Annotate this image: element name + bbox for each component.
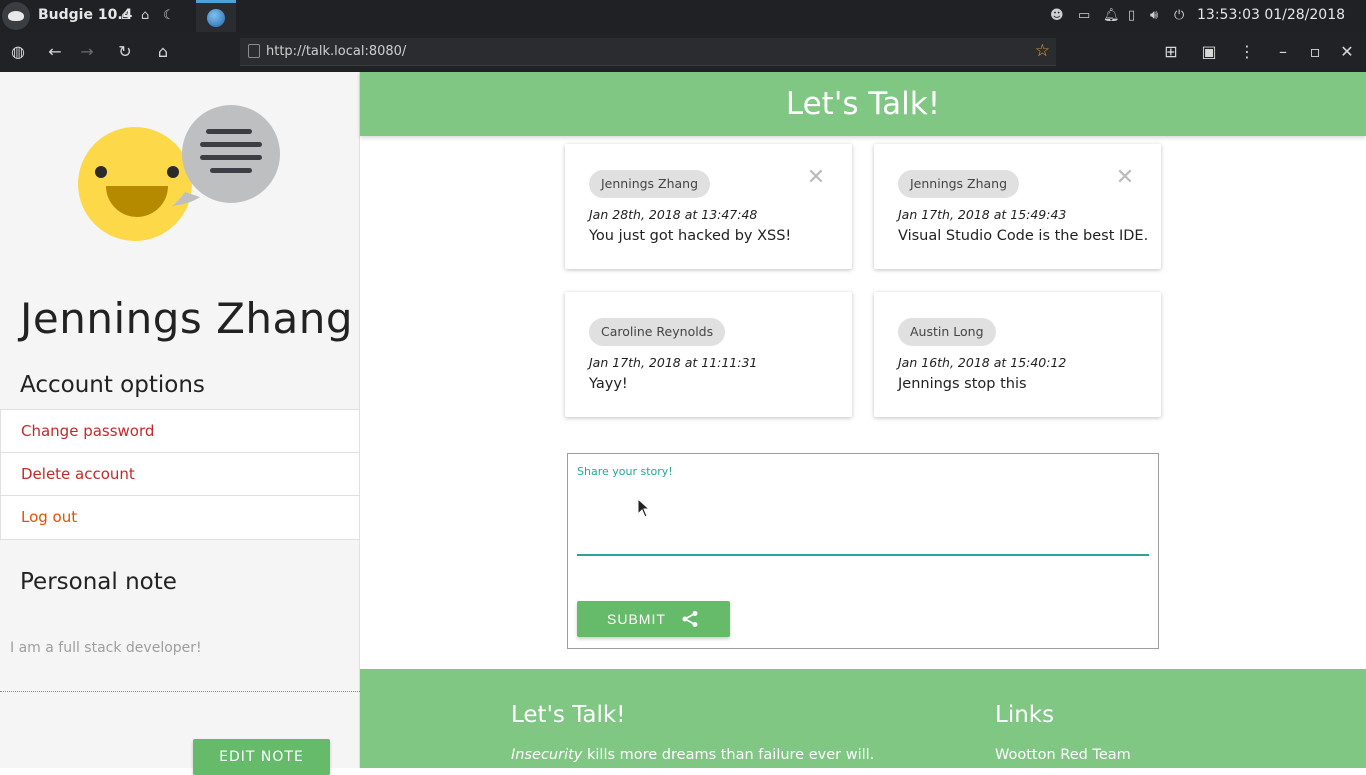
share-story-label: Share your story! <box>577 465 673 478</box>
author-chip[interactable]: Jennings Zhang <box>898 170 1020 198</box>
post-card: Jennings Zhang ✕ Jan 17th, 2018 at 15:49… <box>874 144 1161 269</box>
personal-note-text[interactable]: I am a full stack developer! <box>10 640 202 656</box>
post-date: Jan 16th, 2018 at 15:40:12 <box>898 355 1067 370</box>
maximize-icon[interactable]: ▫ <box>1305 42 1325 62</box>
home-button-icon[interactable]: ⌂ <box>153 42 173 62</box>
footer-quote: Insecurity kills more dreams than failur… <box>511 747 874 763</box>
display-icon[interactable]: ▭ <box>1078 8 1090 24</box>
mouse-cursor-icon <box>637 498 651 518</box>
address-url[interactable]: http://talk.local:8080/ <box>266 44 406 59</box>
browser-toolbar: ◍ ← → ↻ ⌂ http://talk.local:8080/ ☆ ⊞ ▣ … <box>0 32 1366 72</box>
submit-button[interactable]: SUBMIT <box>577 601 730 637</box>
forward-arrow-icon[interactable]: → <box>77 42 97 62</box>
personal-note-title: Personal note <box>20 569 177 595</box>
delete-post-close-icon[interactable]: ✕ <box>806 167 826 189</box>
change-password-link[interactable]: Change password <box>1 410 359 453</box>
account-options-title: Account options <box>20 372 205 398</box>
home-alt-icon[interactable]: ⌂ <box>141 8 149 24</box>
footer-quote-emphasis: Insecurity <box>511 747 583 763</box>
personal-note-underline <box>0 691 360 692</box>
post-date: Jan 17th, 2018 at 11:11:31 <box>589 355 758 370</box>
page-header: Let's Talk! <box>360 72 1366 136</box>
battery-icon[interactable]: ▯ <box>1128 8 1135 24</box>
delete-account-link[interactable]: Delete account <box>1 453 359 496</box>
emoji-icon[interactable]: ☻ <box>1050 8 1064 24</box>
post-card: Caroline Reynolds Jan 17th, 2018 at 11:1… <box>565 292 852 417</box>
post-date: Jan 28th, 2018 at 13:47:48 <box>589 207 758 222</box>
new-tab-icon[interactable]: ⊞ <box>1161 42 1181 62</box>
minimize-icon[interactable]: – <box>1273 42 1293 62</box>
footer-link-wootton[interactable]: Wootton Red Team <box>995 747 1131 763</box>
footer-quote-rest: kills more dreams than failure ever will… <box>582 747 875 763</box>
author-chip[interactable]: Jennings Zhang <box>589 170 711 198</box>
post-card: Jennings Zhang ✕ Jan 28th, 2018 at 13:47… <box>565 144 852 269</box>
post-date: Jan 17th, 2018 at 15:49:43 <box>898 207 1067 222</box>
share-icon <box>682 611 698 627</box>
address-bar[interactable]: http://talk.local:8080/ ☆ <box>240 38 1056 66</box>
profile-sidebar: Jennings Zhang Account options Change pa… <box>0 72 360 775</box>
post-message: Yayy! <box>589 376 628 392</box>
page-info-icon[interactable] <box>248 44 260 58</box>
post-message: Jennings stop this <box>898 376 1027 392</box>
back-arrow-icon[interactable]: ← <box>45 42 65 62</box>
author-chip[interactable]: Austin Long <box>898 318 996 346</box>
site-globe-icon[interactable]: ◍ <box>8 42 28 62</box>
delete-post-close-icon[interactable]: ✕ <box>1115 167 1135 189</box>
home-icon[interactable]: ⌂ <box>121 8 129 24</box>
budgie-menu-icon[interactable] <box>2 2 30 30</box>
desktop-top-panel: Budgie 10.4 ⌂ ⌂ ☾ ☻ ▭ 🔔︎ ▯ 🔊︎ ⏻ 13:53:03… <box>0 0 1366 32</box>
archive-icon[interactable]: ▣ <box>1199 42 1219 62</box>
share-story-input[interactable] <box>577 482 1149 556</box>
share-story-form: Share your story! SUBMIT <box>567 453 1159 649</box>
post-message: You just got hacked by XSS! <box>589 228 792 244</box>
panel-clock[interactable]: 13:53:03 01/28/2018 <box>1197 7 1345 23</box>
account-options-list: Change password Delete account Log out <box>0 409 360 540</box>
browser-globe-icon <box>207 9 225 27</box>
post-card: Austin Long Jan 16th, 2018 at 15:40:12 J… <box>874 292 1161 417</box>
lets-talk-logo <box>78 105 280 241</box>
bookmark-star-icon[interactable]: ☆ <box>1035 41 1050 61</box>
menu-kebab-icon[interactable]: ⋮ <box>1237 42 1257 62</box>
submit-button-label: SUBMIT <box>607 611 666 627</box>
profile-name: Jennings Zhang <box>20 294 354 343</box>
footer-links-title: Links <box>995 702 1055 728</box>
post-message: Visual Studio Code is the best IDE. <box>898 228 1149 244</box>
author-chip[interactable]: Caroline Reynolds <box>589 318 726 346</box>
edit-note-button[interactable]: EDIT NOTE <box>193 739 330 775</box>
night-light-icon[interactable]: ☾ <box>163 8 175 24</box>
footer-title: Let's Talk! <box>511 702 626 728</box>
close-window-icon[interactable]: ✕ <box>1337 42 1357 62</box>
power-icon[interactable]: ⏻ <box>1174 8 1184 24</box>
notification-bell-icon[interactable]: 🔔︎ <box>1103 8 1120 24</box>
taskbar-browser-item[interactable] <box>196 0 236 32</box>
log-out-link[interactable]: Log out <box>1 496 359 539</box>
volume-icon[interactable]: 🔊︎ <box>1150 8 1158 24</box>
reload-icon[interactable]: ↻ <box>115 42 135 62</box>
os-title: Budgie 10.4 <box>38 7 133 23</box>
page-footer: Let's Talk! Insecurity kills more dreams… <box>360 669 1366 768</box>
